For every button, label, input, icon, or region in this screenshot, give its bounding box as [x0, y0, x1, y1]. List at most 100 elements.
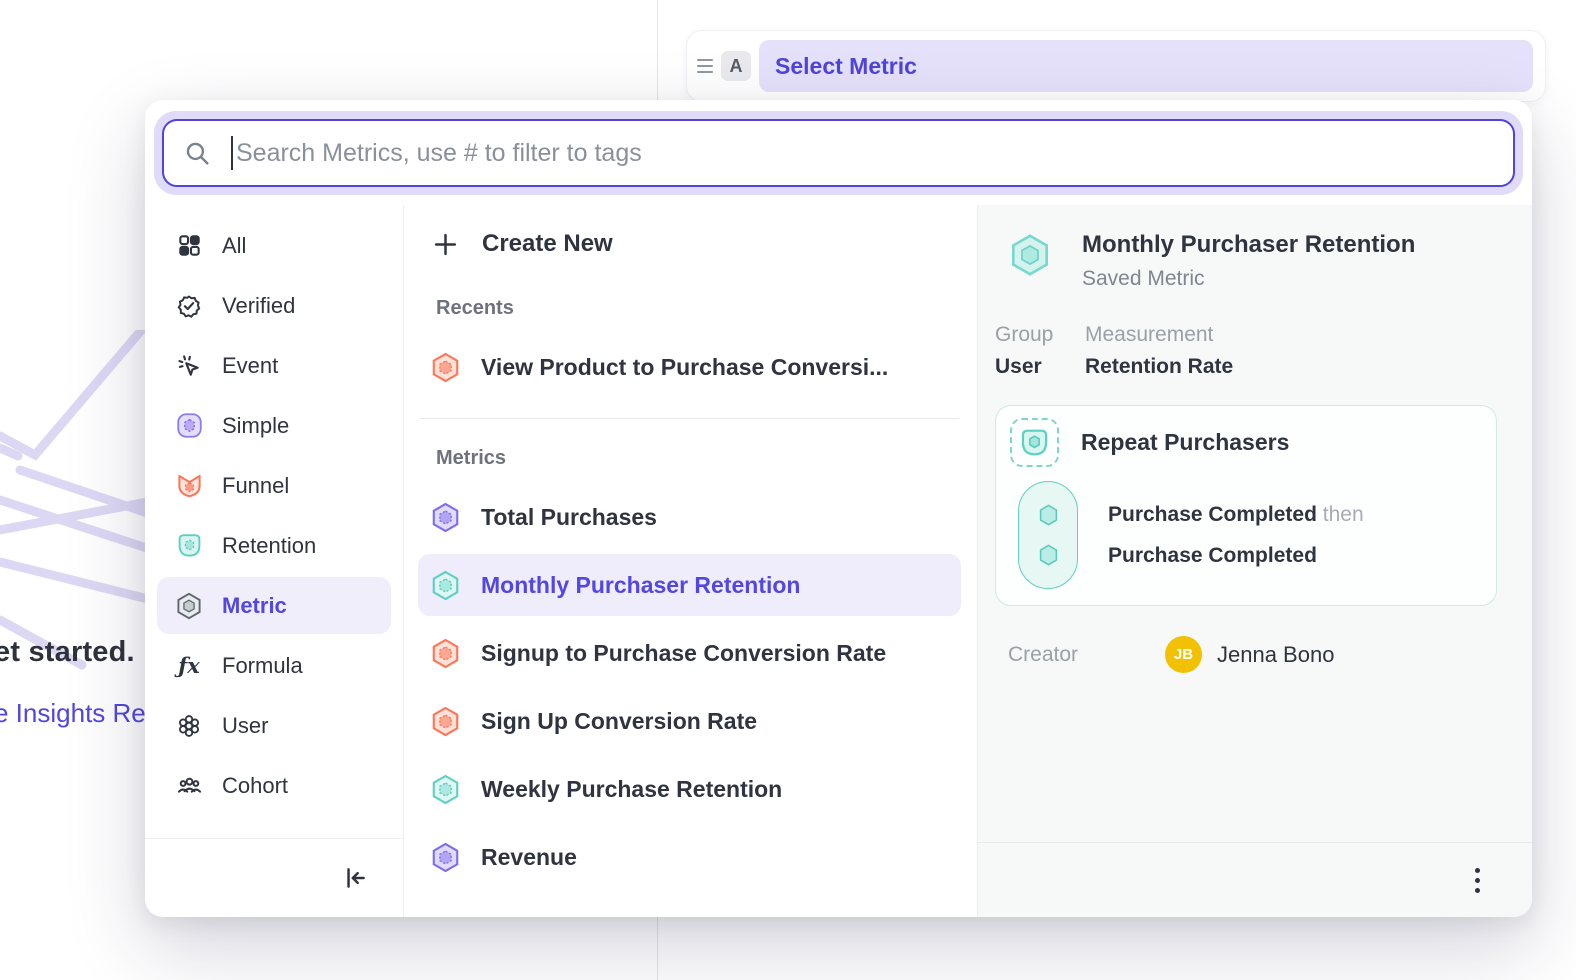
repeat-purchasers-icon	[1010, 418, 1059, 467]
search-icon	[184, 140, 211, 167]
step-hexagon-icon	[1035, 542, 1062, 569]
sidebar-item-event[interactable]: Event	[157, 337, 391, 394]
metric-row-weekly-purchase-retention[interactable]: Weekly Purchase Retention	[418, 758, 961, 820]
sidebar-item-label: Funnel	[222, 473, 289, 499]
sidebar-item-retention[interactable]: Retention	[157, 517, 391, 574]
coral-metric-hexagon-icon	[430, 706, 461, 737]
definition-steps: Purchase Completed then Purchase Complet…	[1108, 481, 1364, 589]
metric-name: Sign Up Conversion Rate	[481, 708, 757, 735]
metric-row-signup-to-purchase[interactable]: Signup to Purchase Conversion Rate	[418, 622, 961, 684]
metric-name: View Product to Purchase Conversi...	[481, 354, 888, 381]
sidebar-item-funnel[interactable]: Funnel	[157, 457, 391, 514]
group-value: User	[995, 355, 1085, 379]
detail-title: Monthly Purchaser Retention	[1082, 231, 1415, 259]
coral-metric-hexagon-icon	[430, 638, 461, 669]
metric-detail-panel: Monthly Purchaser Retention Saved Metric…	[978, 205, 1532, 917]
creator-name: Jenna Bono	[1217, 642, 1334, 668]
sidebar-item-label: All	[222, 233, 246, 259]
group-label: Group	[995, 323, 1085, 347]
sidebar-item-label: Cohort	[222, 773, 288, 799]
sidebar-item-cohort[interactable]: Cohort	[157, 757, 391, 814]
formula-fx-icon: ƒx	[175, 652, 203, 680]
search-area	[145, 100, 1532, 205]
cohort-people-icon	[175, 772, 203, 800]
grid-icon	[175, 232, 203, 260]
creator-label: Creator	[1008, 643, 1165, 667]
sidebar-item-label: Event	[222, 353, 278, 379]
sidebar-item-metric[interactable]: Metric	[157, 577, 391, 634]
measurement-field: Measurement Retention Rate	[1085, 323, 1233, 379]
metric-hexagon-icon	[175, 592, 203, 620]
group-field: Group User	[995, 323, 1085, 379]
simple-metric-icon	[175, 412, 203, 440]
metric-row-bar: A Select Metric	[686, 30, 1546, 102]
collapse-icon	[341, 864, 369, 892]
funnel-metric-hexagon-icon	[430, 352, 461, 383]
creator-row: Creator JB Jenna Bono	[1008, 636, 1508, 673]
search-field[interactable]	[162, 119, 1515, 187]
search-focus-ring	[154, 111, 1523, 195]
retention-icon	[175, 532, 203, 560]
screen: et started. e Insights Re A Select Metri…	[0, 0, 1576, 980]
verified-badge-icon	[175, 292, 203, 320]
metric-name: Monthly Purchaser Retention	[481, 572, 800, 599]
metric-row-signup-conversion[interactable]: Sign Up Conversion Rate	[418, 690, 961, 752]
metric-name: Total Purchases	[481, 504, 657, 531]
background-heading-fragment: et started.	[0, 636, 135, 669]
measurement-value: Retention Rate	[1085, 355, 1233, 379]
detail-subtitle: Saved Metric	[1082, 267, 1415, 291]
user-cluster-icon	[175, 712, 203, 740]
metric-name: Signup to Purchase Conversion Rate	[481, 640, 886, 667]
detail-metric-hexagon-icon	[1008, 233, 1052, 277]
drag-handle-icon[interactable]	[697, 59, 713, 73]
purple-metric-hexagon-icon	[430, 842, 461, 873]
metric-selector-modal: All Verified	[145, 100, 1532, 917]
funnel-icon	[175, 472, 203, 500]
sidebar-item-label: User	[222, 713, 268, 739]
teal-metric-hexagon-icon	[430, 570, 461, 601]
metric-name: Revenue	[481, 844, 577, 871]
metric-list-column: Create New Recents View Product to Purch…	[404, 205, 978, 917]
detail-footer	[978, 842, 1532, 917]
sidebar-item-user[interactable]: User	[157, 697, 391, 754]
metric-row-revenue[interactable]: Revenue	[418, 826, 961, 888]
recent-metric-row[interactable]: View Product to Purchase Conversi...	[418, 336, 961, 398]
metric-name: Weekly Purchase Retention	[481, 776, 782, 803]
text-cursor	[231, 136, 233, 170]
plus-icon	[430, 229, 460, 259]
sidebar-footer	[145, 838, 403, 917]
event-cursor-icon	[175, 352, 203, 380]
purple-metric-hexagon-icon	[430, 502, 461, 533]
background-insights-link[interactable]: e Insights Re	[0, 698, 146, 729]
sidebar-item-verified[interactable]: Verified	[157, 277, 391, 334]
metric-row-monthly-purchaser-retention[interactable]: Monthly Purchaser Retention	[418, 554, 961, 616]
sidebar-item-all[interactable]: All	[157, 217, 391, 274]
sidebar-item-label: Verified	[222, 293, 295, 319]
create-new-button[interactable]: Create New	[418, 215, 961, 273]
metrics-section-label: Metrics	[436, 447, 961, 470]
select-metric-label: Select Metric	[775, 53, 917, 80]
detail-fields: Group User Measurement Retention Rate	[995, 323, 1508, 379]
step-1: Purchase Completed then	[1108, 503, 1364, 527]
measurement-label: Measurement	[1085, 323, 1233, 347]
creator-avatar: JB	[1165, 636, 1202, 673]
select-metric-button[interactable]: Select Metric	[759, 40, 1533, 92]
sidebar-item-simple[interactable]: Simple	[157, 397, 391, 454]
filter-sidebar: All Verified	[145, 205, 404, 917]
metric-row-total-purchases[interactable]: Total Purchases	[418, 486, 961, 548]
sidebar-item-formula[interactable]: ƒx Formula	[157, 637, 391, 694]
sidebar-item-label: Simple	[222, 413, 289, 439]
more-options-button[interactable]	[1460, 860, 1494, 900]
create-new-label: Create New	[482, 230, 613, 258]
series-a-badge: A	[721, 51, 751, 81]
detail-header: Monthly Purchaser Retention Saved Metric	[1008, 231, 1508, 291]
sidebar-item-label: Formula	[222, 653, 303, 679]
sidebar-item-label: Retention	[222, 533, 316, 559]
collapse-sidebar-button[interactable]	[337, 860, 373, 896]
definition-card: Repeat Purchasers	[995, 405, 1497, 606]
teal-metric-hexagon-icon	[430, 774, 461, 805]
sidebar-item-label: Metric	[222, 593, 287, 619]
search-input[interactable]	[236, 139, 1493, 168]
step-2: Purchase Completed	[1108, 544, 1364, 568]
step-hexagon-icon	[1035, 502, 1062, 529]
